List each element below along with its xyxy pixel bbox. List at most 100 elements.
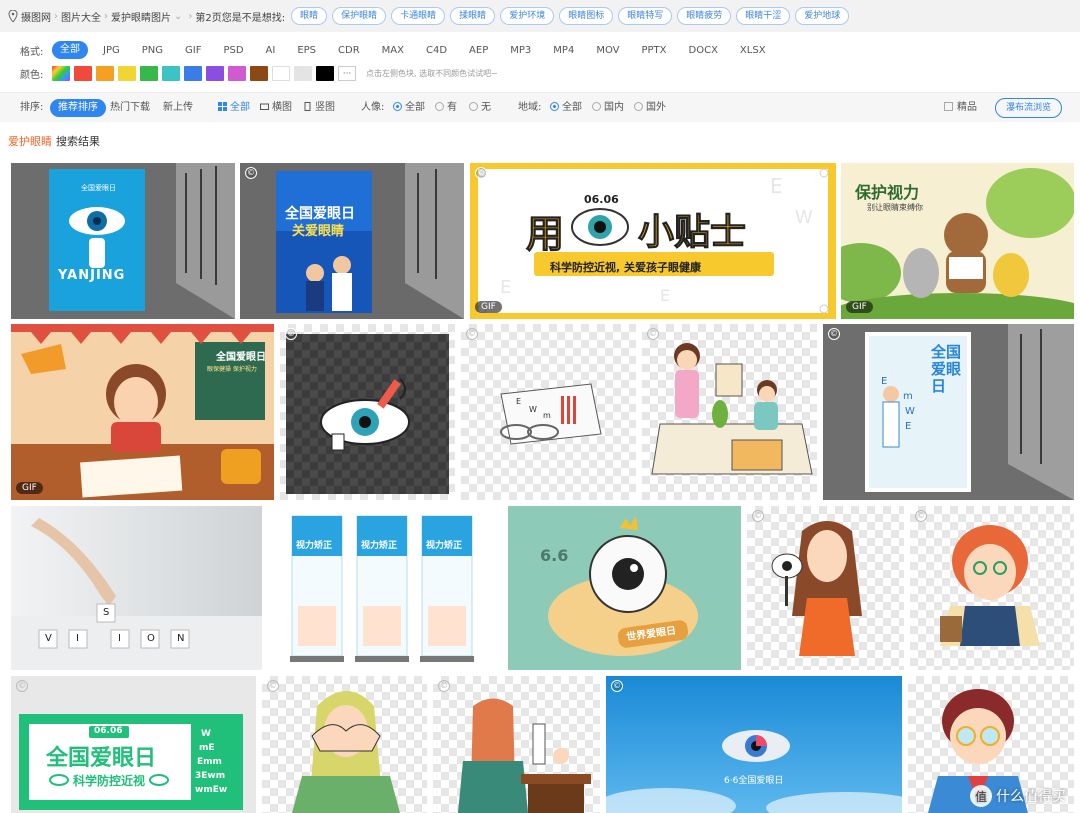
image-tile[interactable]: ©	[262, 676, 427, 813]
suggested-tag[interactable]: 爱护环境	[500, 7, 555, 25]
svg-text:m: m	[903, 391, 913, 402]
sort-bar: 排序: 推荐排序 热门下载 新上传 全部 横图 竖图 人像: 全部 有 无 地域…	[0, 92, 1080, 122]
breadcrumb-current-dropdown[interactable]: 爱护眼睛图片	[111, 9, 171, 24]
format-option[interactable]: AEP	[458, 45, 499, 56]
color-swatch[interactable]	[272, 66, 290, 81]
image-tile[interactable]: ©	[747, 506, 904, 670]
svg-text:W: W	[529, 405, 537, 414]
suggested-tag[interactable]: 爱护地球	[795, 7, 850, 25]
color-swatch[interactable]	[294, 66, 312, 81]
sort-hot-download[interactable]: 热门下载	[110, 93, 150, 123]
image-tile[interactable]: © 全国爱眼日 关爱眼睛	[240, 163, 464, 319]
region-domestic-radio[interactable]: 国内	[592, 93, 624, 123]
copyright-icon: ©	[611, 680, 623, 692]
suggested-tag[interactable]: 揉眼睛	[450, 7, 496, 25]
color-swatch[interactable]	[206, 66, 224, 81]
suggested-tag[interactable]: 眼睛图标	[559, 7, 614, 25]
image-tile[interactable]: 全国爱眼日 眼保健操 保护视力 GIF	[11, 324, 274, 500]
format-option[interactable]: JPG	[92, 45, 131, 56]
color-filter-row: 颜色: ··· 点击左侧色块, 选取不同颜色试试吧~	[20, 66, 498, 81]
color-swatch[interactable]	[140, 66, 158, 81]
radio-icon	[435, 102, 444, 111]
format-option[interactable]: MAX	[371, 45, 415, 56]
result-keyword: 爱护眼睛	[8, 135, 52, 148]
format-option[interactable]: PPTX	[630, 45, 677, 56]
radio-selected-icon	[550, 102, 559, 111]
rainbow-color-swatch[interactable]	[52, 66, 70, 81]
suggested-tag[interactable]: 卡通眼睛	[391, 7, 446, 25]
format-option[interactable]: 全部	[52, 41, 88, 59]
image-tile[interactable]: EWm ©	[461, 324, 636, 500]
image-tile[interactable]: ©	[433, 676, 600, 813]
color-swatch[interactable]	[118, 66, 136, 81]
format-option[interactable]: MP4	[542, 45, 585, 56]
breadcrumb-page-hint: 第2页您是不是想找:	[195, 12, 286, 24]
color-swatch[interactable]	[250, 66, 268, 81]
sort-recommended-button[interactable]: 推荐排序	[50, 99, 106, 117]
image-tile[interactable]: ©	[910, 506, 1074, 670]
format-option[interactable]: MOV	[585, 45, 630, 56]
more-colors-button[interactable]: ···	[338, 66, 356, 81]
suggested-tag[interactable]: 眼睛疲劳	[677, 7, 732, 25]
breadcrumb-site-link[interactable]: 摄图网	[21, 9, 51, 24]
layout-landscape-option[interactable]: 横图	[260, 93, 292, 123]
location-pin-icon	[8, 10, 18, 22]
premium-checkbox[interactable]: 精品	[944, 93, 977, 123]
format-option[interactable]: PNG	[131, 45, 174, 56]
suggested-tag[interactable]: 保护眼睛	[332, 7, 387, 25]
layout-portrait-option[interactable]: 竖图	[303, 93, 335, 123]
people-yes-radio[interactable]: 有	[435, 93, 457, 123]
breadcrumb-category-link[interactable]: 图片大全	[61, 9, 101, 24]
suggested-tag[interactable]: 眼睛特写	[618, 7, 673, 25]
image-tile[interactable]: 6.6 世界爱眼日	[508, 506, 741, 670]
format-option[interactable]: GIF	[174, 45, 212, 56]
tile-title: 全国爱眼日	[931, 343, 962, 395]
image-tile[interactable]: ©	[642, 324, 817, 500]
format-option[interactable]: AI	[255, 45, 287, 56]
result-suffix: 搜索结果	[56, 135, 100, 148]
region-all-radio[interactable]: 全部	[550, 93, 582, 123]
format-option[interactable]: DOCX	[678, 45, 729, 56]
svg-text:E: E	[516, 397, 521, 406]
image-tile[interactable]: WmE Emm 3Ewm wmEw © 06.06 全国爱眼日 科学防控近视	[11, 676, 256, 813]
layout-all-option[interactable]: 全部	[218, 93, 250, 123]
format-option[interactable]: MP3	[499, 45, 542, 56]
breadcrumb-separator: ›	[104, 10, 108, 22]
landscape-icon	[260, 103, 269, 110]
image-tile[interactable]: © 6·6全国爱眼日	[606, 676, 902, 813]
image-tile[interactable]: 视力矫正 视力矫正 视力矫正	[268, 506, 503, 670]
image-tile[interactable]: EWEE © 06.06 用 小贴士 科学防控近视, 关爱孩子眼健康 GIF	[470, 163, 836, 319]
tile-subtitle: 科学防控近视	[73, 774, 146, 788]
people-no-radio[interactable]: 无	[469, 93, 491, 123]
suggested-tag[interactable]: 眼睛	[291, 7, 328, 25]
image-tile[interactable]: ©	[280, 324, 455, 500]
tile-letter: I	[118, 633, 121, 644]
gif-badge: GIF	[846, 301, 873, 313]
format-option[interactable]: PSD	[212, 45, 254, 56]
waterfall-view-button[interactable]: 瀑布流浏览	[995, 98, 1063, 118]
image-tile[interactable]: 值 什么值得买	[908, 676, 1074, 813]
format-option[interactable]: CDR	[327, 45, 371, 56]
image-tile[interactable]: 保护视力 别让眼睛束缚你 GIF	[841, 163, 1074, 319]
tile-letter: V	[45, 633, 52, 644]
color-swatch[interactable]	[184, 66, 202, 81]
format-option[interactable]: XLSX	[729, 45, 777, 56]
image-tile[interactable]: 全国爱眼日 YANJING	[11, 163, 235, 319]
format-option[interactable]: EPS	[286, 45, 327, 56]
people-label: 人像:	[361, 102, 385, 113]
format-option[interactable]: C4D	[415, 45, 458, 56]
color-swatch[interactable]	[162, 66, 180, 81]
sort-newest[interactable]: 新上传	[163, 93, 193, 123]
suggested-tag[interactable]: 眼睛干涩	[736, 7, 791, 25]
color-swatch[interactable]	[316, 66, 334, 81]
color-swatch[interactable]	[228, 66, 246, 81]
tile-subtitle: 眼保健操 保护视力	[207, 366, 257, 373]
image-tile[interactable]: EmWE © 全国爱眼日	[823, 324, 1074, 500]
region-foreign-radio[interactable]: 国外	[634, 93, 666, 123]
watermark-logo-icon: 值	[970, 785, 992, 807]
chevron-down-icon[interactable]: ⌄	[174, 11, 182, 22]
color-swatch[interactable]	[74, 66, 92, 81]
color-swatch[interactable]	[96, 66, 114, 81]
people-all-radio[interactable]: 全部	[393, 93, 425, 123]
image-tile[interactable]: V I S I O N	[11, 506, 262, 670]
